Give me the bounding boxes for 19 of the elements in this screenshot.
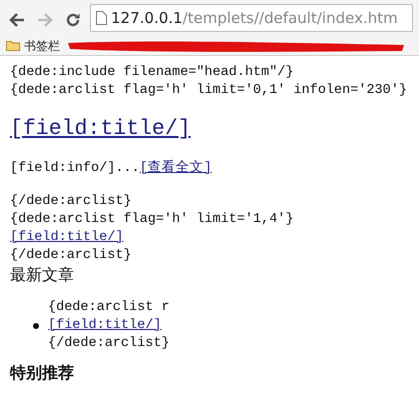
- folder-icon: [6, 40, 20, 51]
- title-link[interactable]: [field:title/]: [10, 114, 191, 144]
- page-icon: [96, 11, 107, 25]
- code-line: {dede:arclist flag='h' limit='1,4'}: [10, 211, 294, 229]
- section-label: 最新文章: [10, 265, 74, 285]
- code-line: {/dede:arclist}: [48, 335, 170, 353]
- code-line: {dede:arclist flag='h' limit='0,1' infolen='230'}: [10, 82, 407, 100]
- info-text: [field:info/]...: [10, 160, 140, 178]
- title-link[interactable]: [field:title/]: [10, 229, 124, 247]
- section-heading: 特别推荐: [10, 363, 74, 383]
- code-line: {dede:include filename="head.htm"/}: [10, 64, 294, 82]
- bookmarks-folder[interactable]: 书签栏: [24, 36, 60, 54]
- code-line: {/dede:arclist}: [10, 193, 132, 211]
- address-bar[interactable]: 127.0.0.1/templets//default/index.htm: [90, 4, 413, 32]
- title-link[interactable]: [field:title/]: [48, 317, 162, 335]
- bullet-icon: [33, 323, 39, 329]
- code-line: {/dede:arclist}: [10, 247, 132, 265]
- code-line: {dede:arclist r: [48, 299, 170, 317]
- read-more-link[interactable]: [查看全文]: [140, 160, 212, 178]
